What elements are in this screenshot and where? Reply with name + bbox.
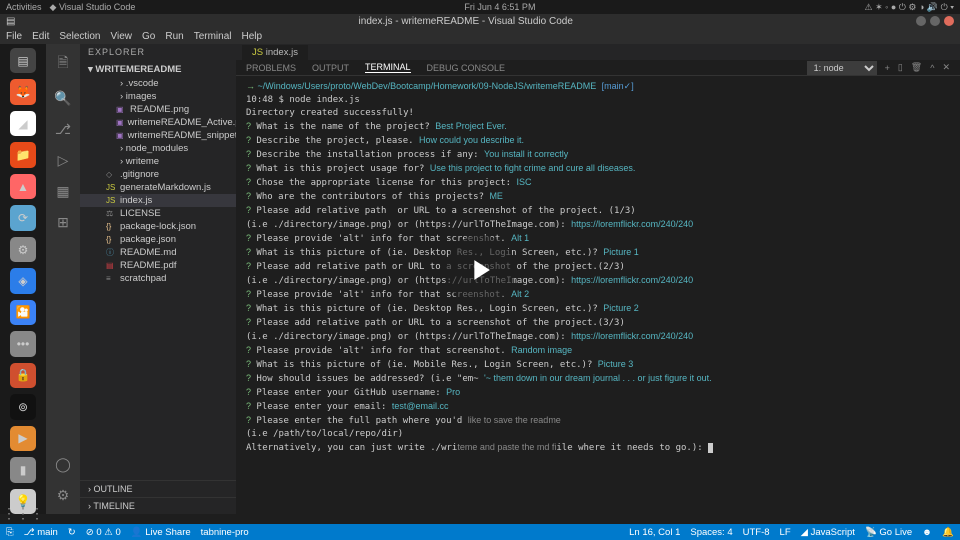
maximize-button[interactable] — [930, 16, 940, 26]
dock-app-4[interactable]: ▲ — [10, 174, 36, 199]
folder-node_modules[interactable]: › node_modules — [80, 142, 236, 155]
panel-tab-output[interactable]: OUTPUT — [312, 63, 349, 73]
dock-app-10[interactable]: 🔒 — [10, 363, 36, 388]
file-writemeREADME_Active.png[interactable]: ▣writemeREADME_Active.png — [80, 116, 236, 129]
dock-app-7[interactable]: ◈ — [10, 268, 36, 293]
file-generateMarkdown.js[interactable]: JSgenerateMarkdown.js — [80, 181, 236, 194]
scm-tab-icon[interactable]: ⎇ — [55, 121, 71, 138]
minimize-button[interactable] — [916, 16, 926, 26]
explorer-tab-icon[interactable]: 🗎 — [57, 52, 68, 76]
dock-app-2[interactable]: ◢ — [10, 111, 36, 136]
dock-app-1[interactable]: 🦊 — [10, 79, 36, 104]
clock: Fri Jun 4 6:51 PM — [135, 2, 864, 12]
panel-tab-problems[interactable]: PROBLEMS — [246, 63, 296, 73]
status-bell-icon[interactable]: 🔔 — [942, 527, 954, 538]
folder-.vscode[interactable]: › .vscode — [80, 77, 236, 90]
panel-tab-terminal[interactable]: TERMINAL — [365, 62, 411, 73]
dock-app-8[interactable]: 🎦 — [10, 300, 36, 325]
app-menu[interactable]: ◆ Visual Studio Code — [50, 2, 136, 13]
editor-tab[interactable]: JS index.js — [242, 45, 308, 60]
remote-tab-icon[interactable]: ⊞ — [57, 214, 69, 231]
activities-button[interactable]: Activities — [6, 2, 42, 12]
status-liveshare[interactable]: 👤 Live Share — [131, 527, 191, 538]
terminal-shell-select[interactable]: 1: node — [807, 61, 877, 75]
status-lang[interactable]: ◢ JavaScript — [801, 527, 855, 538]
menu-go[interactable]: Go — [142, 31, 155, 42]
status-eol[interactable]: LF — [780, 527, 791, 538]
dock-app-11[interactable]: ⊚ — [10, 394, 36, 419]
folder-writeme[interactable]: › writeme — [80, 155, 236, 168]
file-.gitignore[interactable]: ◇.gitignore — [80, 168, 236, 181]
file-package-lock.json[interactable]: {}package-lock.json — [80, 220, 236, 233]
dock-app-5[interactable]: ⟳ — [10, 205, 36, 230]
file-index.js[interactable]: JSindex.js — [80, 194, 236, 207]
dock-app-6[interactable]: ⚙ — [10, 237, 36, 262]
extensions-tab-icon[interactable]: ▦ — [56, 183, 69, 200]
file-scratchpad[interactable]: ≡scratchpad — [80, 272, 236, 285]
status-spaces[interactable]: Spaces: 4 — [690, 527, 732, 538]
status-sync[interactable]: ↻ — [68, 527, 76, 538]
dock-app-12[interactable]: ▶ — [10, 426, 36, 451]
file-package.json[interactable]: {}package.json — [80, 233, 236, 246]
tray-icons[interactable]: ⚠ ✶ ◦ ● ⏻ ⚙ ◑ 🔊 ⏻ ▾ — [865, 2, 954, 13]
menu-run[interactable]: Run — [165, 31, 183, 42]
terminal-new-icon[interactable]: + — [885, 63, 890, 73]
window-title: index.js - writemeREADME - Visual Studio… — [15, 16, 916, 27]
status-tabnine[interactable]: tabnine-pro — [201, 527, 249, 538]
terminal-output[interactable]: → ~/Windows/Users/proto/WebDev/Bootcamp/… — [236, 76, 960, 514]
menu-terminal[interactable]: Terminal — [194, 31, 232, 42]
terminal-split-icon[interactable]: ▯ — [898, 62, 903, 73]
menu-help[interactable]: Help — [242, 31, 263, 42]
dock-app-0[interactable]: ▤ — [10, 48, 36, 73]
search-tab-icon[interactable]: 🔍 — [54, 90, 71, 107]
file-README.md[interactable]: ⓘREADME.md — [80, 246, 236, 259]
dock-app-3[interactable]: 📁 — [10, 142, 36, 167]
status-remote-icon[interactable]: ⎘ — [6, 527, 14, 538]
status-branch[interactable]: ⎇ main — [24, 527, 58, 538]
outline-section[interactable]: › OUTLINE — [80, 480, 236, 497]
vscode-icon: ▤ — [6, 16, 15, 27]
file-writemeREADME_snippet.png[interactable]: ▣writemeREADME_snippet.png — [80, 129, 236, 142]
terminal-maximize-icon[interactable]: ^ — [930, 63, 934, 73]
status-enc[interactable]: UTF-8 — [743, 527, 770, 538]
menu-file[interactable]: File — [6, 31, 22, 42]
terminal-close-icon[interactable]: ✕ — [942, 62, 950, 73]
status-problems[interactable]: ⊘ 0 ⚠ 0 — [86, 527, 121, 538]
timeline-section[interactable]: › TIMELINE — [80, 497, 236, 514]
close-button[interactable] — [944, 16, 954, 26]
gnome-grip-icon[interactable]: ⋮⋮⋮ — [2, 505, 44, 522]
folder-images[interactable]: › images — [80, 90, 236, 103]
menu-selection[interactable]: Selection — [59, 31, 100, 42]
status-golive[interactable]: 📡 Go Live — [865, 527, 912, 538]
file-README.pdf[interactable]: ▤README.pdf — [80, 259, 236, 272]
file-README.png[interactable]: ▣README.png — [80, 103, 236, 116]
explorer-header: EXPLORER — [80, 44, 236, 62]
dock-app-9[interactable]: ••• — [10, 331, 36, 356]
workspace-root[interactable]: ▾ WRITEMEREADME — [80, 62, 236, 77]
status-ln[interactable]: Ln 16, Col 1 — [629, 527, 680, 538]
settings-gear-icon[interactable]: ⚙ — [57, 487, 70, 504]
account-icon[interactable]: ◯ — [55, 456, 71, 473]
menu-view[interactable]: View — [111, 31, 133, 42]
video-play-button[interactable] — [445, 235, 515, 305]
debug-tab-icon[interactable]: ▷ — [58, 152, 69, 169]
dock-app-13[interactable]: ▮ — [10, 457, 36, 482]
menu-edit[interactable]: Edit — [32, 31, 49, 42]
terminal-trash-icon[interactable]: 🗑 — [911, 62, 922, 73]
panel-tab-debug-console[interactable]: DEBUG CONSOLE — [427, 63, 506, 73]
file-LICENSE[interactable]: ⚖LICENSE — [80, 207, 236, 220]
status-feedback-icon[interactable]: ☻ — [922, 527, 932, 538]
